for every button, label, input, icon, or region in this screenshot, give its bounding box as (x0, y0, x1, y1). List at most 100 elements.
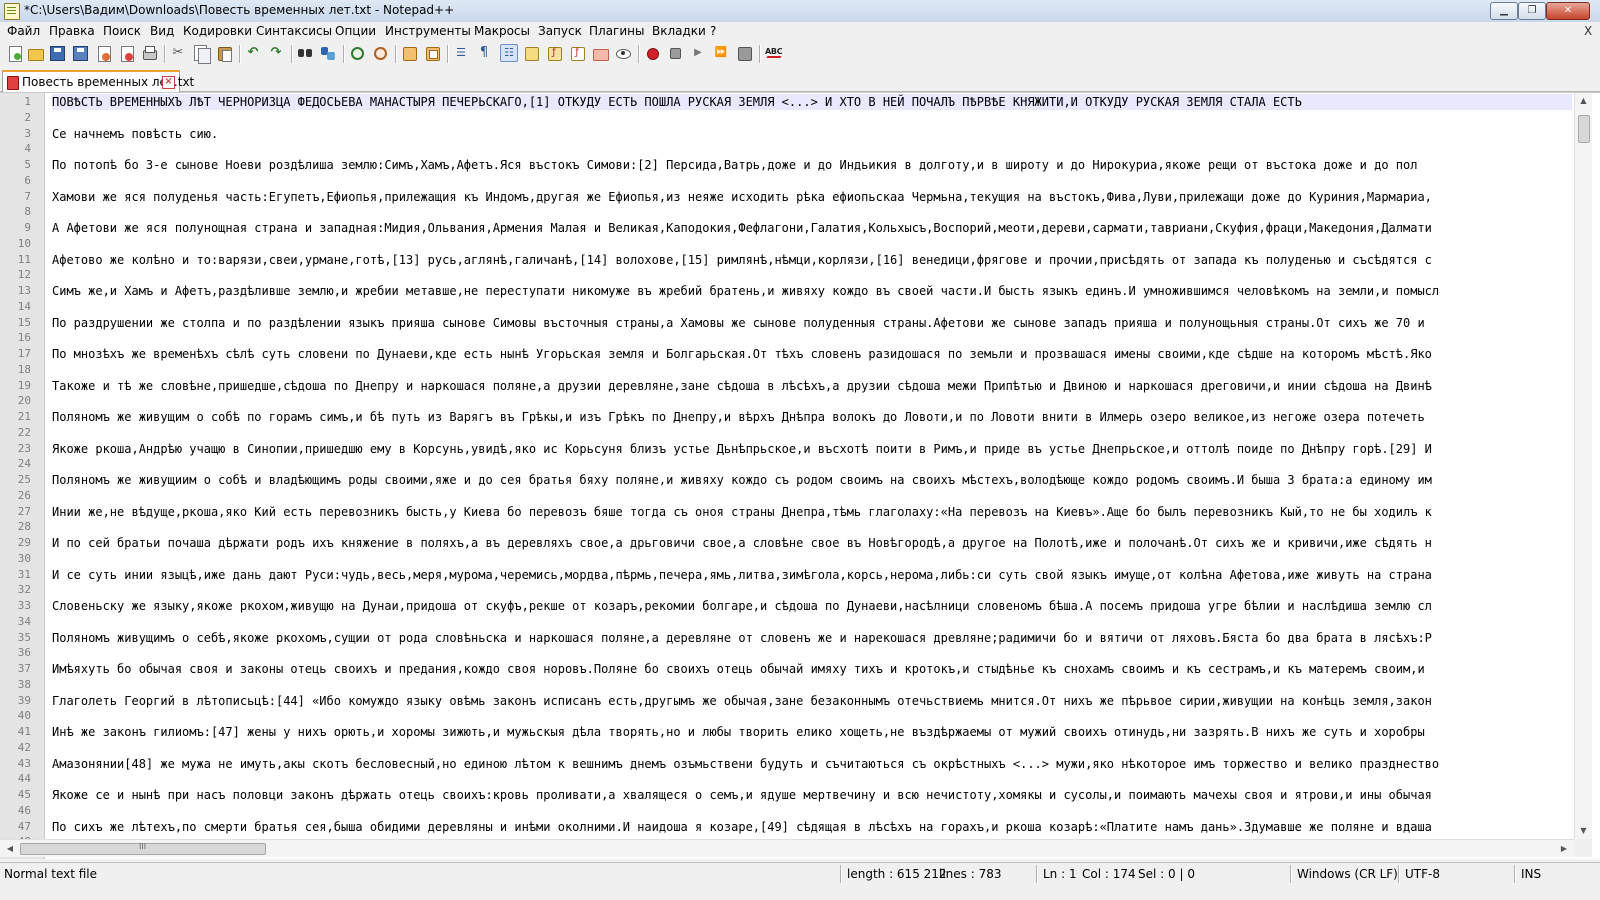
menu-macros[interactable]: Макросы (474, 24, 530, 38)
text-line[interactable]: Поляномъ же живущим о собѣ по горамъ сим… (52, 409, 1425, 425)
horizontal-scroll-thumb[interactable]: III (20, 842, 266, 855)
paste-icon[interactable] (216, 45, 232, 62)
scroll-grip: III (139, 842, 147, 851)
print-icon[interactable] (141, 45, 157, 61)
text-line[interactable]: Се начнемъ повѣсть сию. (52, 126, 218, 142)
text-line[interactable]: Такоже и тѣ же словѣне,пришедше,сѣдоша п… (52, 378, 1432, 394)
menu-options[interactable]: Опции (335, 24, 376, 38)
minimize-button[interactable]: ▁ (1490, 2, 1518, 20)
save-all-icon[interactable] (72, 45, 88, 61)
tab-document[interactable]: Повесть временных лет.txt × (2, 70, 194, 93)
vertical-scroll-thumb[interactable] (1578, 115, 1590, 143)
close-icon[interactable] (95, 45, 111, 62)
spell-check-icon[interactable]: ABC (765, 45, 783, 61)
open-folder-icon[interactable] (27, 45, 44, 61)
function-list-icon[interactable]: ƒ (546, 45, 562, 61)
text-line[interactable]: Имѣяхуть бо обычая своя и законы отець с… (52, 661, 1425, 677)
menu-tools[interactable]: Инструменты (385, 24, 471, 38)
scroll-right-icon[interactable]: ▶ (1556, 840, 1572, 857)
scroll-up-icon[interactable]: ▲ (1575, 93, 1592, 109)
menu-search[interactable]: Поиск (103, 24, 141, 38)
text-line[interactable]: Инии же,не вѣдуще,ркоша,яко Кий есть пер… (52, 504, 1432, 520)
text-line[interactable]: Инѣ же законъ гилиомъ:[47] жены у нихъ о… (52, 724, 1425, 740)
text-line[interactable]: Глаголеть Георгий в лѣтописьцѣ:[44] «Ибо… (52, 693, 1432, 709)
status-divider (840, 865, 841, 883)
zoom-out-icon[interactable] (372, 45, 388, 61)
menu-view[interactable]: Вид (150, 24, 174, 38)
menu-plugins[interactable]: Плагины (589, 24, 644, 38)
line-number: 22 (17, 426, 31, 439)
show-all-chars-icon[interactable]: ¶ (476, 45, 492, 61)
word-wrap-icon[interactable]: ☰ (453, 45, 469, 61)
text-line[interactable]: По потопѣ бо 3-е сынове Ноеви роздѣлиша … (52, 157, 1417, 173)
redo-icon[interactable]: ↷ (268, 45, 284, 61)
text-line[interactable]: И се суть инии языцѣ,иже дань дают Руси:… (52, 567, 1432, 583)
sync-vertical-icon[interactable] (401, 45, 417, 61)
text-line[interactable]: Словеньску же языку,якоже ркохом,живущю … (52, 598, 1432, 614)
folder-workspace-icon[interactable]: ƒ (569, 45, 585, 61)
text-line[interactable]: Хамови же яся полуденья часть:Егупетъ,Еф… (52, 189, 1432, 205)
save-icon[interactable] (49, 45, 65, 61)
cut-icon[interactable]: ✂ (170, 45, 186, 61)
modified-file-icon (7, 76, 19, 90)
menu-help[interactable]: ? (710, 24, 716, 38)
stop-macro-icon[interactable] (667, 45, 683, 61)
close-all-icon[interactable] (118, 45, 134, 62)
line-number: 47 (17, 820, 31, 833)
copy-icon[interactable] (193, 45, 211, 64)
current-text-line[interactable]: ПОВѢСТЬ ВРЕМЕННЫХЪ ЛѢТ ЧЕРНОРИЗЦА ФЕДОСЬ… (52, 94, 1572, 110)
record-macro-icon[interactable] (644, 45, 660, 61)
menu-tabs[interactable]: Вкладки (652, 24, 706, 38)
undo-icon[interactable]: ↶ (245, 45, 261, 61)
status-selection: Sel : 0 | 0 (1138, 867, 1195, 881)
tab-close-icon[interactable]: × (162, 76, 175, 89)
menu-edit[interactable]: Правка (49, 24, 95, 38)
find-icon[interactable] (297, 45, 313, 61)
text-line[interactable]: Якоже се и нынѣ при насъ половци законъ … (52, 787, 1432, 803)
text-line[interactable]: Поляномъ же живущиим о собѣ и владѣющимъ… (52, 472, 1432, 488)
menu-syntax[interactable]: Синтаксисы (256, 24, 332, 38)
zoom-in-icon[interactable] (349, 45, 365, 61)
line-number-gutter: 1 2 3 4 5 6 7 8 9 10 11 12 13 14 15 16 17 18 19 20 21 22 23 24 2… (0, 93, 45, 859)
menu-file[interactable]: Файл (7, 24, 40, 38)
new-file-icon[interactable] (6, 45, 22, 62)
line-number: 34 (17, 615, 31, 628)
vertical-scrollbar[interactable]: ▲ ▼ (1574, 93, 1592, 839)
line-number: 32 (17, 583, 31, 596)
save-macro-icon[interactable] (736, 45, 752, 61)
status-length: length : 615 212 (847, 867, 947, 881)
text-line[interactable]: По раздрушении же столпа и по раздѣлении… (52, 315, 1425, 331)
horizontal-scrollbar[interactable]: ◀ III ▶ (0, 839, 1574, 857)
indent-guide-icon[interactable]: ☷ (500, 44, 518, 62)
menu-encoding[interactable]: Кодировки (183, 24, 252, 38)
text-line[interactable]: Якоже ркоша,Андрѣю учащю в Синопии,прише… (52, 441, 1432, 457)
line-number: 31 (17, 568, 31, 581)
text-line[interactable]: Афетово же колѣно и то:варязи,свеи,урман… (52, 252, 1432, 268)
eye-icon[interactable] (615, 45, 631, 61)
text-line[interactable]: По мнозѣхъ же временѣхъ сѣлѣ суть словен… (52, 346, 1432, 362)
run-macro-multiple-icon[interactable]: ⏩ (713, 45, 729, 61)
doc-map-icon[interactable] (523, 45, 539, 61)
text-line[interactable]: И по сей братьи почаша дѣржати родъ ихъ … (52, 535, 1432, 551)
text-line[interactable]: Поляномъ живущимъ о себѣ,якоже ркохомъ,с… (52, 630, 1432, 646)
sync-horizontal-icon[interactable] (424, 45, 440, 61)
text-area[interactable]: ПОВѢСТЬ ВРЕМЕННЫХЪ ЛѢТ ЧЕРНОРИЗЦА ФЕДОСЬ… (52, 93, 1572, 839)
monitor-icon[interactable] (592, 45, 609, 61)
menu-run[interactable]: Запуск (538, 24, 582, 38)
close-window-button[interactable]: ✕ (1546, 2, 1590, 20)
restore-button[interactable]: ❐ (1518, 2, 1546, 20)
scroll-left-icon[interactable]: ◀ (2, 840, 18, 857)
text-line[interactable]: А Афетови же яся полунощная страна и зап… (52, 220, 1432, 236)
close-document-x[interactable]: X (1584, 24, 1592, 38)
replace-icon[interactable] (320, 45, 336, 61)
text-line[interactable]: Симъ же,и Хамъ и Афетъ,раздѣливше землю,… (52, 283, 1439, 299)
line-number: 44 (17, 772, 31, 785)
status-divider (1514, 865, 1515, 883)
editor[interactable]: 1 2 3 4 5 6 7 8 9 10 11 12 13 14 15 16 17 18 19 20 21 22 23 24 2… (0, 92, 1600, 859)
scroll-down-icon[interactable]: ▼ (1575, 823, 1592, 839)
line-number: 36 (17, 646, 31, 659)
line-number: 7 (24, 190, 31, 203)
text-line[interactable]: По сихъ же лѣтехъ,по смерти братья сея,б… (52, 819, 1432, 835)
play-macro-icon[interactable]: ▶ (690, 45, 706, 61)
text-line[interactable]: Амазонянии[48] же мужа не имуть,акы скот… (52, 756, 1439, 772)
